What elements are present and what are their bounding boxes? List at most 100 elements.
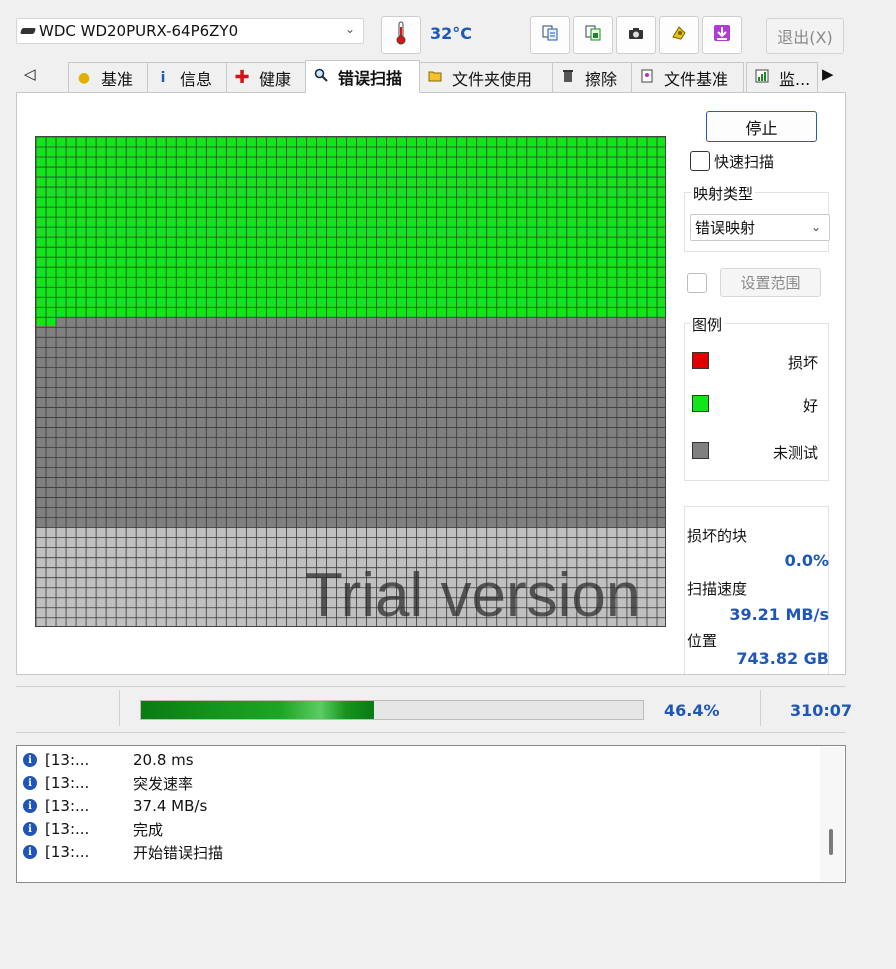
scan-speed-label: 扫描速度 [687, 580, 748, 598]
tab-label: 文件夹使用 [452, 69, 533, 89]
tab-health[interactable]: ✚ 健康 [226, 62, 316, 92]
info-icon: i [23, 753, 37, 767]
save-icon [669, 23, 689, 47]
magnifier-icon [312, 68, 330, 86]
tab-file-benchmark[interactable]: 文件基准 [631, 62, 744, 92]
legend-swatch-damaged [692, 352, 709, 369]
tab-label: 基准 [101, 69, 134, 89]
temperature-button[interactable] [381, 16, 421, 54]
scan-progress-fill [141, 701, 374, 719]
log-row: i [13:... 37.4 MB/s [23, 795, 207, 817]
info-icon: i [160, 69, 166, 86]
log-message: 完成 [133, 820, 164, 839]
save-button[interactable] [659, 16, 699, 54]
legend-title: 图例 [690, 314, 725, 335]
drive-name: WDC WD20PURX-64P6ZY0 [39, 22, 239, 40]
legend-swatch-good [692, 395, 709, 412]
chart-icon [753, 69, 771, 87]
log-time: [13:... [45, 751, 90, 769]
damaged-blocks-label: 损坏的块 [687, 527, 748, 545]
download-icon [712, 23, 732, 47]
copy-image-button[interactable] [573, 16, 613, 54]
position-value: 743.82 GB [736, 649, 829, 668]
camera-icon [627, 25, 645, 45]
tab-label: 信息 [180, 69, 213, 89]
info-icon: i [23, 845, 37, 859]
log-scrollbar[interactable] [820, 747, 844, 881]
screenshot-button[interactable] [616, 16, 656, 54]
tab-folder-usage[interactable]: 文件夹使用 [419, 62, 553, 92]
log-row: i [13:... 开始错误扫描 [23, 841, 223, 863]
legend-label-untested: 未测试 [772, 444, 818, 462]
folder-icon [426, 70, 444, 86]
thermometer-icon [394, 21, 408, 49]
log-message: 37.4 MB/s [133, 797, 208, 815]
tab-error-scan[interactable]: 错误扫描 [305, 60, 420, 93]
tab-label: 文件基准 [664, 69, 729, 89]
scan-progress-bar [140, 700, 644, 720]
log-row: i [13:... 20.8 ms [23, 749, 194, 771]
exit-button[interactable]: 退出(X) [766, 18, 844, 54]
status-bottom-divider [16, 732, 846, 733]
quick-scan-label: 快速扫描 [714, 153, 775, 171]
info-icon: i [23, 822, 37, 836]
block-map-grid [36, 137, 665, 626]
tab-label: 错误扫描 [338, 69, 403, 88]
set-range-checkbox[interactable] [687, 273, 707, 293]
log-message: 20.8 ms [133, 751, 194, 769]
trial-watermark: Trial version [305, 561, 641, 630]
log-time: [13:... [45, 797, 90, 815]
log-row: i [13:... 突发速率 [23, 772, 193, 794]
log-time: [13:... [45, 843, 90, 861]
position-label: 位置 [687, 632, 718, 650]
status-top-divider [16, 686, 846, 687]
progress-percent: 46.4% [664, 701, 720, 720]
status-divider [760, 690, 761, 726]
tab-label: 监... [779, 69, 811, 89]
tab-label: 擦除 [585, 69, 618, 89]
scan-speed-value: 39.21 MB/s [729, 605, 829, 624]
tab-info[interactable]: i 信息 [147, 62, 235, 92]
tab-bar: ◁ ● 基准 i 信息 ✚ 健康 错误扫描 文件夹使用 擦除 文件基准 监...… [16, 60, 846, 93]
block-map [35, 136, 666, 627]
info-icon: i [23, 799, 37, 813]
tab-label: 健康 [259, 69, 292, 89]
log-message: 突发速率 [133, 774, 194, 793]
info-icon: i [23, 776, 37, 790]
drive-select[interactable]: WDC WD20PURX-64P6ZY0 ⌄ [16, 18, 364, 44]
quick-scan-checkbox[interactable] [690, 151, 710, 171]
map-type-value: 错误映射 [695, 219, 756, 237]
disk-icon [19, 28, 37, 34]
copy-text-button[interactable] [530, 16, 570, 54]
temperature-value: 32°C [430, 24, 473, 43]
legend-swatch-untested [692, 442, 709, 459]
download-button[interactable] [702, 16, 742, 54]
log-time: [13:... [45, 820, 90, 838]
trash-icon [559, 69, 577, 87]
tab-scroll-right-icon[interactable]: ▶ [822, 65, 834, 83]
tab-monitor[interactable]: 监... [746, 62, 818, 92]
map-type-select[interactable]: 错误映射 ⌄ [690, 214, 830, 241]
health-cross-icon: ✚ [234, 67, 250, 88]
log-time: [13:... [45, 774, 90, 792]
map-type-label: 映射类型 [691, 183, 756, 204]
chevron-down-icon: ⌄ [810, 220, 821, 234]
tab-scroll-left-icon[interactable]: ◁ [24, 65, 36, 83]
elapsed-time: 310:07 [790, 701, 853, 720]
log-scrollbar-thumb[interactable] [829, 829, 833, 855]
tab-erase[interactable]: 擦除 [552, 62, 632, 92]
stop-button[interactable]: 停止 [706, 111, 817, 142]
log-row: i [13:... 完成 [23, 818, 163, 840]
log-panel[interactable]: i [13:... 20.8 ms i [13:... 突发速率 i [13:.… [16, 745, 846, 883]
bulb-icon: ● [77, 69, 91, 86]
status-divider [119, 690, 120, 726]
legend-label-damaged: 损坏 [787, 354, 818, 372]
legend-label-good: 好 [802, 397, 818, 415]
file-icon [638, 69, 656, 87]
log-message: 开始错误扫描 [133, 843, 224, 862]
damaged-blocks-value: 0.0% [784, 551, 829, 570]
set-range-button[interactable]: 设置范围 [720, 268, 821, 297]
copy-text-icon [541, 24, 559, 46]
copy-image-icon [584, 24, 602, 46]
chevron-down-icon: ⌄ [344, 22, 355, 36]
